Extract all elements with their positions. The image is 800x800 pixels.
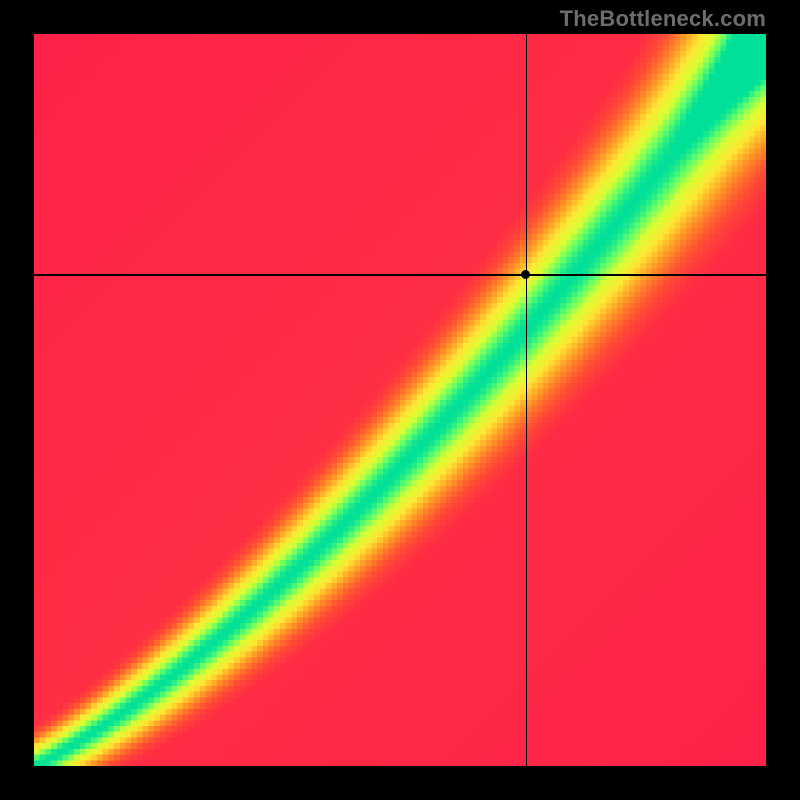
heatmap-plot [34, 34, 766, 766]
watermark-text: TheBottleneck.com [560, 6, 766, 32]
chart-frame: TheBottleneck.com [0, 0, 800, 800]
crosshair-horizontal [34, 274, 766, 276]
selected-point [521, 270, 530, 279]
heatmap-canvas [34, 34, 766, 766]
crosshair-vertical [526, 34, 528, 766]
